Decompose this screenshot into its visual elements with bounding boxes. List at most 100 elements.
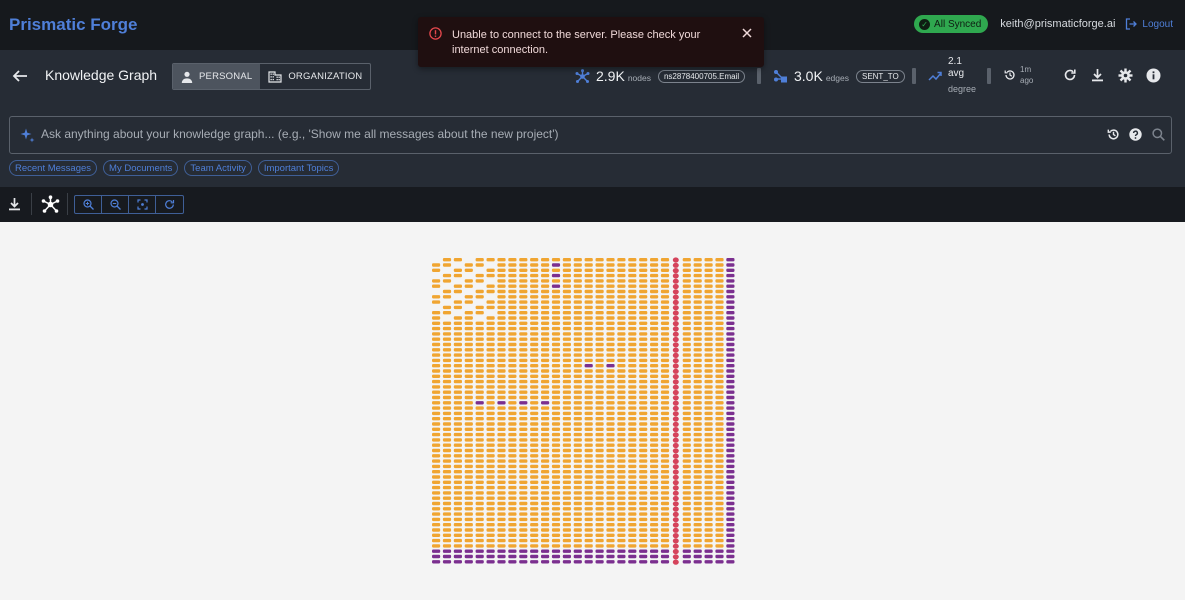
- graph-node[interactable]: [660, 470, 670, 474]
- graph-node[interactable]: [704, 560, 713, 564]
- graph-node[interactable]: [486, 385, 495, 389]
- graph-node[interactable]: [453, 411, 462, 416]
- graph-node[interactable]: [660, 263, 670, 267]
- graph-node[interactable]: [660, 464, 670, 469]
- graph-node[interactable]: [726, 295, 735, 299]
- graph-node[interactable]: [551, 401, 561, 405]
- graph-node[interactable]: [672, 310, 679, 316]
- graph-node[interactable]: [453, 538, 462, 543]
- graph-node[interactable]: [530, 560, 539, 564]
- graph-node[interactable]: [464, 538, 473, 543]
- graph-node[interactable]: [639, 448, 648, 453]
- graph-node[interactable]: [682, 284, 691, 288]
- graph-node[interactable]: [464, 443, 473, 447]
- download-icon[interactable]: [8, 197, 21, 211]
- graph-node[interactable]: [584, 485, 593, 490]
- graph-node[interactable]: [508, 475, 517, 479]
- graph-node[interactable]: [562, 369, 571, 373]
- graph-node[interactable]: [519, 279, 528, 283]
- graph-node[interactable]: [726, 496, 735, 500]
- graph-node[interactable]: [464, 369, 473, 373]
- graph-node[interactable]: [595, 401, 604, 405]
- graph-node[interactable]: [704, 258, 713, 262]
- graph-node[interactable]: [595, 369, 604, 373]
- graph-node[interactable]: [541, 273, 550, 278]
- graph-node[interactable]: [715, 353, 724, 357]
- graph-node[interactable]: [486, 454, 495, 458]
- graph-node[interactable]: [442, 464, 452, 469]
- graph-node[interactable]: [453, 496, 462, 500]
- graph-node[interactable]: [650, 507, 659, 511]
- graph-node[interactable]: [519, 544, 528, 548]
- graph-node[interactable]: [486, 411, 495, 416]
- graph-node[interactable]: [617, 422, 626, 426]
- graph-node[interactable]: [693, 263, 702, 267]
- graph-node[interactable]: [628, 475, 637, 479]
- graph-node[interactable]: [475, 374, 484, 378]
- graph-node[interactable]: [617, 348, 626, 352]
- graph-node[interactable]: [475, 544, 484, 548]
- graph-node[interactable]: [519, 300, 528, 304]
- graph-node[interactable]: [726, 523, 735, 527]
- graph-node[interactable]: [475, 263, 484, 267]
- graph-node[interactable]: [497, 268, 506, 272]
- graph-node[interactable]: [617, 480, 626, 484]
- graph-node[interactable]: [573, 369, 582, 373]
- graph-node[interactable]: [606, 549, 615, 553]
- graph-node[interactable]: [464, 438, 473, 442]
- graph-node[interactable]: [432, 379, 441, 384]
- graph-node[interactable]: [672, 490, 679, 496]
- graph-node[interactable]: [606, 411, 615, 416]
- graph-node[interactable]: [704, 379, 713, 384]
- graph-node[interactable]: [573, 448, 582, 453]
- graph-node[interactable]: [628, 523, 637, 527]
- graph-node[interactable]: [704, 337, 713, 341]
- graph-node[interactable]: [519, 353, 528, 357]
- graph-node[interactable]: [486, 464, 495, 469]
- graph-node[interactable]: [464, 422, 473, 426]
- graph-node[interactable]: [486, 422, 495, 426]
- graph-node[interactable]: [486, 427, 495, 431]
- graph-node[interactable]: [464, 485, 473, 490]
- graph-node[interactable]: [617, 560, 626, 564]
- graph-node[interactable]: [639, 427, 648, 431]
- graph-node[interactable]: [541, 374, 550, 378]
- graph-node[interactable]: [660, 549, 670, 553]
- graph-node[interactable]: [432, 395, 441, 400]
- graph-node[interactable]: [704, 549, 713, 553]
- graph-node[interactable]: [682, 538, 691, 543]
- graph-node[interactable]: [464, 364, 473, 368]
- history-icon[interactable]: [1107, 128, 1120, 141]
- graph-node[interactable]: [617, 501, 626, 506]
- graph-node[interactable]: [530, 279, 539, 283]
- graph-node[interactable]: [442, 517, 452, 522]
- graph-node[interactable]: [573, 438, 582, 442]
- graph-node[interactable]: [573, 459, 582, 463]
- graph-node[interactable]: [551, 422, 561, 426]
- graph-node[interactable]: [672, 305, 679, 311]
- graph-node[interactable]: [464, 470, 473, 474]
- graph-node[interactable]: [704, 348, 713, 352]
- graph-node[interactable]: [693, 353, 702, 357]
- graph-node[interactable]: [508, 379, 517, 384]
- graph-node[interactable]: [660, 326, 670, 331]
- graph-node[interactable]: [628, 295, 637, 299]
- graph-node[interactable]: [726, 406, 735, 410]
- graph-node[interactable]: [530, 358, 539, 363]
- graph-node[interactable]: [628, 459, 637, 463]
- graph-node[interactable]: [497, 438, 506, 442]
- graph-node[interactable]: [562, 454, 571, 458]
- graph-node[interactable]: [628, 470, 637, 474]
- graph-node[interactable]: [464, 332, 473, 336]
- graph-node[interactable]: [573, 337, 582, 341]
- graph-node[interactable]: [682, 273, 691, 278]
- graph-node[interactable]: [606, 342, 615, 347]
- graph-node[interactable]: [606, 321, 615, 325]
- graph-node[interactable]: [486, 443, 495, 447]
- graph-node[interactable]: [453, 485, 462, 490]
- graph-node[interactable]: [464, 342, 473, 347]
- graph-node[interactable]: [595, 470, 604, 474]
- graph-node[interactable]: [486, 475, 495, 479]
- graph-node[interactable]: [508, 485, 517, 490]
- scope-personal-button[interactable]: PERSONAL: [173, 64, 261, 89]
